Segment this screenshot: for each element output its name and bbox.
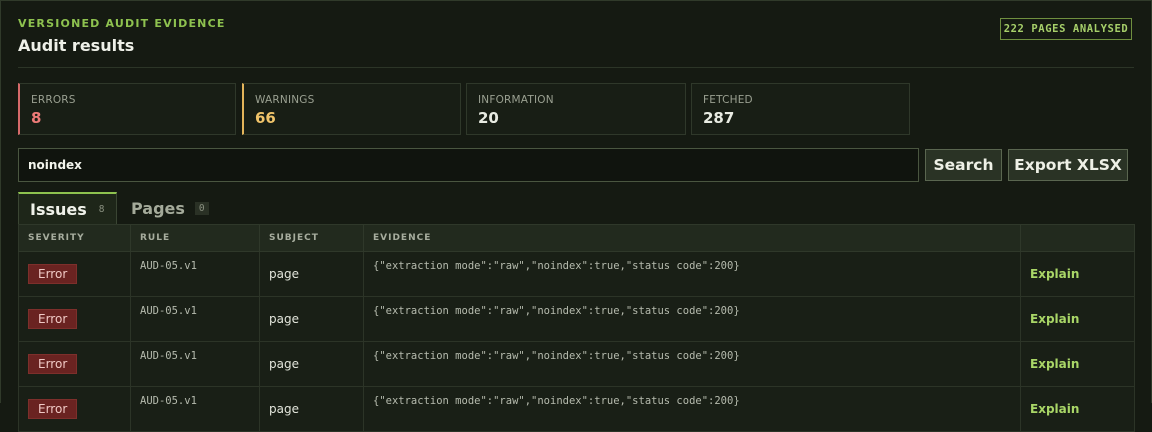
stat-label: ERRORS (31, 94, 76, 106)
action-cell: Explain (1020, 296, 1135, 342)
stat-value: 8 (31, 109, 42, 127)
pages-analysed-badge: 222 PAGES ANALYSED (1000, 18, 1132, 40)
stat-card-warnings: WARNINGS 66 (242, 83, 461, 135)
tab-label: Issues (30, 199, 87, 219)
evidence-cell: {"extraction mode":"raw","noindex":true,… (363, 386, 1021, 432)
severity-cell: Error (18, 386, 131, 432)
evidence-cell: {"extraction mode":"raw","noindex":true,… (363, 341, 1021, 387)
stat-value: 66 (255, 109, 276, 127)
tab-count-badge: 8 (98, 203, 105, 215)
column-header-actions (1020, 224, 1135, 252)
tab-issues[interactable]: Issues 8 (18, 192, 117, 224)
subject-cell: page (259, 386, 364, 432)
action-cell: Explain (1020, 386, 1135, 432)
evidence-cell: {"extraction mode":"raw","noindex":true,… (363, 296, 1021, 342)
stat-value: 20 (478, 109, 499, 127)
subject-cell: page (259, 341, 364, 387)
table-row: Error AUD-05.v1 page {"extraction mode":… (18, 251, 1135, 297)
explain-link[interactable]: Explain (1030, 357, 1079, 371)
column-header-rule[interactable]: RULE (130, 224, 260, 252)
severity-cell: Error (18, 296, 131, 342)
stat-value: 287 (703, 109, 735, 127)
table-row: Error AUD-05.v1 page {"extraction mode":… (18, 341, 1135, 387)
stat-card-fetched: FETCHED 287 (691, 83, 910, 135)
severity-badge: Error (28, 309, 78, 329)
column-header-subject[interactable]: SUBJECT (259, 224, 364, 252)
rule-cell: AUD-05.v1 (130, 296, 260, 342)
issues-table: SEVERITY RULE SUBJECT EVIDENCE Error AUD… (18, 224, 1135, 432)
header-divider (18, 67, 1134, 68)
explain-link[interactable]: Explain (1030, 267, 1079, 281)
severity-cell: Error (18, 341, 131, 387)
evidence-cell: {"extraction mode":"raw","noindex":true,… (363, 251, 1021, 297)
tab-count-badge: 0 (194, 201, 209, 215)
action-cell: Explain (1020, 251, 1135, 297)
explain-link[interactable]: Explain (1030, 402, 1079, 416)
severity-cell: Error (18, 251, 131, 297)
severity-badge: Error (28, 264, 78, 284)
subject-cell: page (259, 251, 364, 297)
action-cell: Explain (1020, 341, 1135, 387)
search-button[interactable]: Search (925, 149, 1002, 181)
stat-label: INFORMATION (478, 94, 554, 106)
stat-card-errors: ERRORS 8 (18, 83, 236, 135)
severity-badge: Error (28, 354, 78, 374)
rule-cell: AUD-05.v1 (130, 251, 260, 297)
stat-label: WARNINGS (255, 94, 315, 106)
table-row: Error AUD-05.v1 page {"extraction mode":… (18, 296, 1135, 342)
table-row: Error AUD-05.v1 page {"extraction mode":… (18, 386, 1135, 432)
page-title: Audit results (18, 36, 135, 55)
column-header-evidence[interactable]: EVIDENCE (363, 224, 1021, 252)
tab-label: Pages (131, 198, 185, 218)
stat-card-information: INFORMATION 20 (466, 83, 686, 135)
column-header-severity[interactable]: SEVERITY (18, 224, 131, 252)
stat-label: FETCHED (703, 94, 753, 106)
tab-pages[interactable]: Pages 0 (131, 192, 209, 224)
page-eyebrow: VERSIONED AUDIT EVIDENCE (18, 17, 226, 30)
search-input[interactable] (18, 148, 919, 182)
explain-link[interactable]: Explain (1030, 312, 1079, 326)
rule-cell: AUD-05.v1 (130, 341, 260, 387)
severity-badge: Error (28, 399, 78, 419)
export-xlsx-button[interactable]: Export XLSX (1008, 149, 1128, 181)
subject-cell: page (259, 296, 364, 342)
table-header-row: SEVERITY RULE SUBJECT EVIDENCE (18, 224, 1135, 252)
rule-cell: AUD-05.v1 (130, 386, 260, 432)
